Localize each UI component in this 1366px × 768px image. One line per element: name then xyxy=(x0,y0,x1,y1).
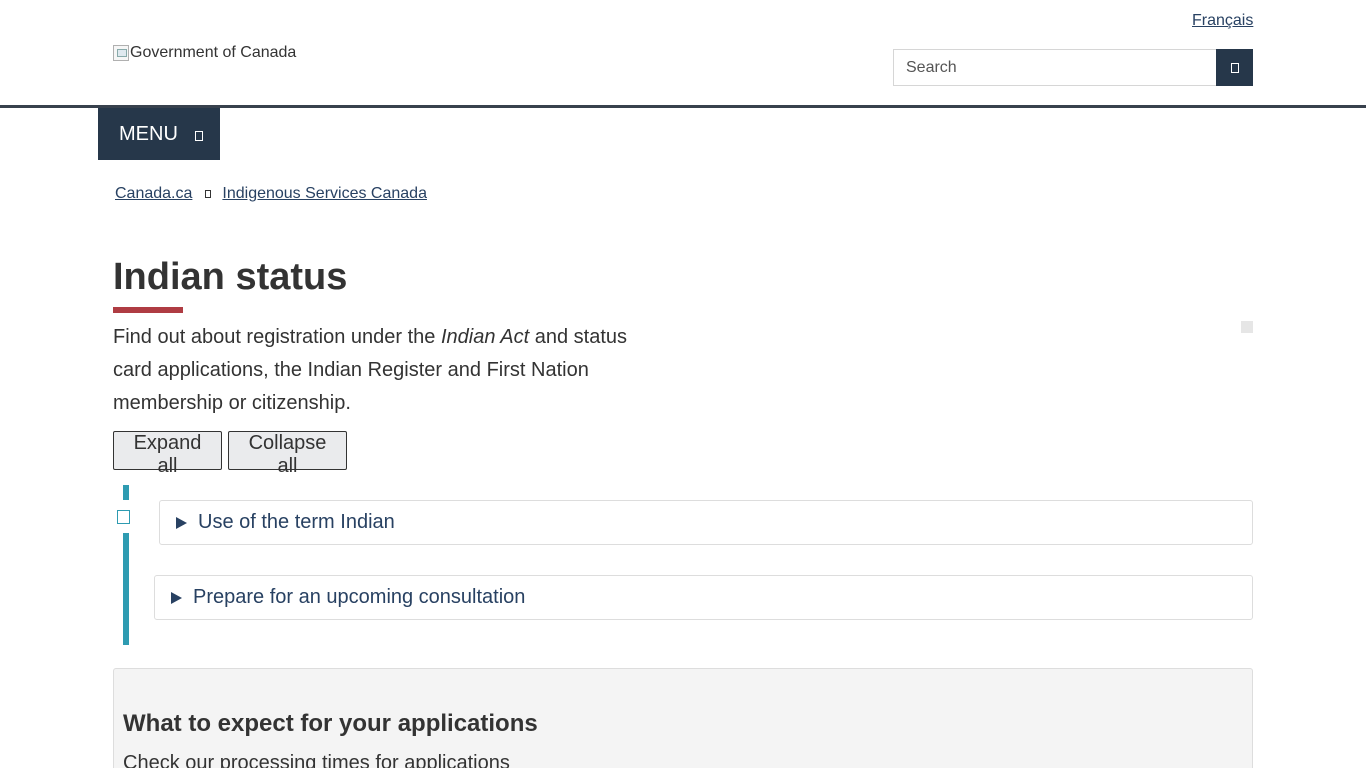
menu-button[interactable]: MENU xyxy=(98,108,220,160)
intro-paragraph: Find out about registration under the In… xyxy=(113,326,628,414)
menu-label: MENU xyxy=(119,122,178,145)
breadcrumb: Canada.ca Indigenous Services Canada xyxy=(115,185,427,203)
accordion-label: Prepare for an upcoming consultation xyxy=(193,586,526,608)
triangle-right-icon xyxy=(176,516,187,529)
panel-text: Check our processing times for applicati… xyxy=(123,752,510,768)
title-underline xyxy=(113,307,183,313)
panel-title: What to expect for your applications xyxy=(123,710,538,737)
decorative-square xyxy=(1241,321,1253,333)
page-title: Indian status xyxy=(113,256,348,298)
breadcrumb-link-canada[interactable]: Canada.ca xyxy=(115,185,192,203)
expand-all-button[interactable]: Expand all xyxy=(113,431,222,477)
site-header: Français Government of Canada xyxy=(0,0,1366,108)
chevron-right-icon xyxy=(205,190,212,198)
collapse-all-button[interactable]: Collapse all xyxy=(228,431,347,477)
intro-act-name: Indian Act xyxy=(441,326,530,348)
accordion-label: Use of the term Indian xyxy=(198,511,395,533)
search-input[interactable] xyxy=(893,49,1216,86)
broken-image-icon xyxy=(113,45,129,61)
applications-panel: What to expect for your applications Che… xyxy=(113,668,1253,768)
accordion-group-bar xyxy=(123,533,129,645)
accordion-group-marker xyxy=(117,510,130,524)
logo-alt-text: Government of Canada xyxy=(130,44,297,61)
accordion-prepare-consultation[interactable]: Prepare for an upcoming consultation xyxy=(154,575,1253,620)
accordion-group-bar xyxy=(123,485,129,500)
language-toggle-link[interactable]: Français xyxy=(1192,12,1253,30)
search-icon xyxy=(1230,62,1239,73)
triangle-right-icon xyxy=(171,591,182,604)
search-form xyxy=(893,49,1253,86)
chevron-down-icon xyxy=(194,131,203,141)
accordion-use-of-term-indian[interactable]: Use of the term Indian xyxy=(159,500,1253,545)
breadcrumb-link-indigenous-services[interactable]: Indigenous Services Canada xyxy=(222,185,427,203)
search-button[interactable] xyxy=(1216,49,1253,86)
government-of-canada-logo[interactable]: Government of Canada xyxy=(113,44,296,62)
